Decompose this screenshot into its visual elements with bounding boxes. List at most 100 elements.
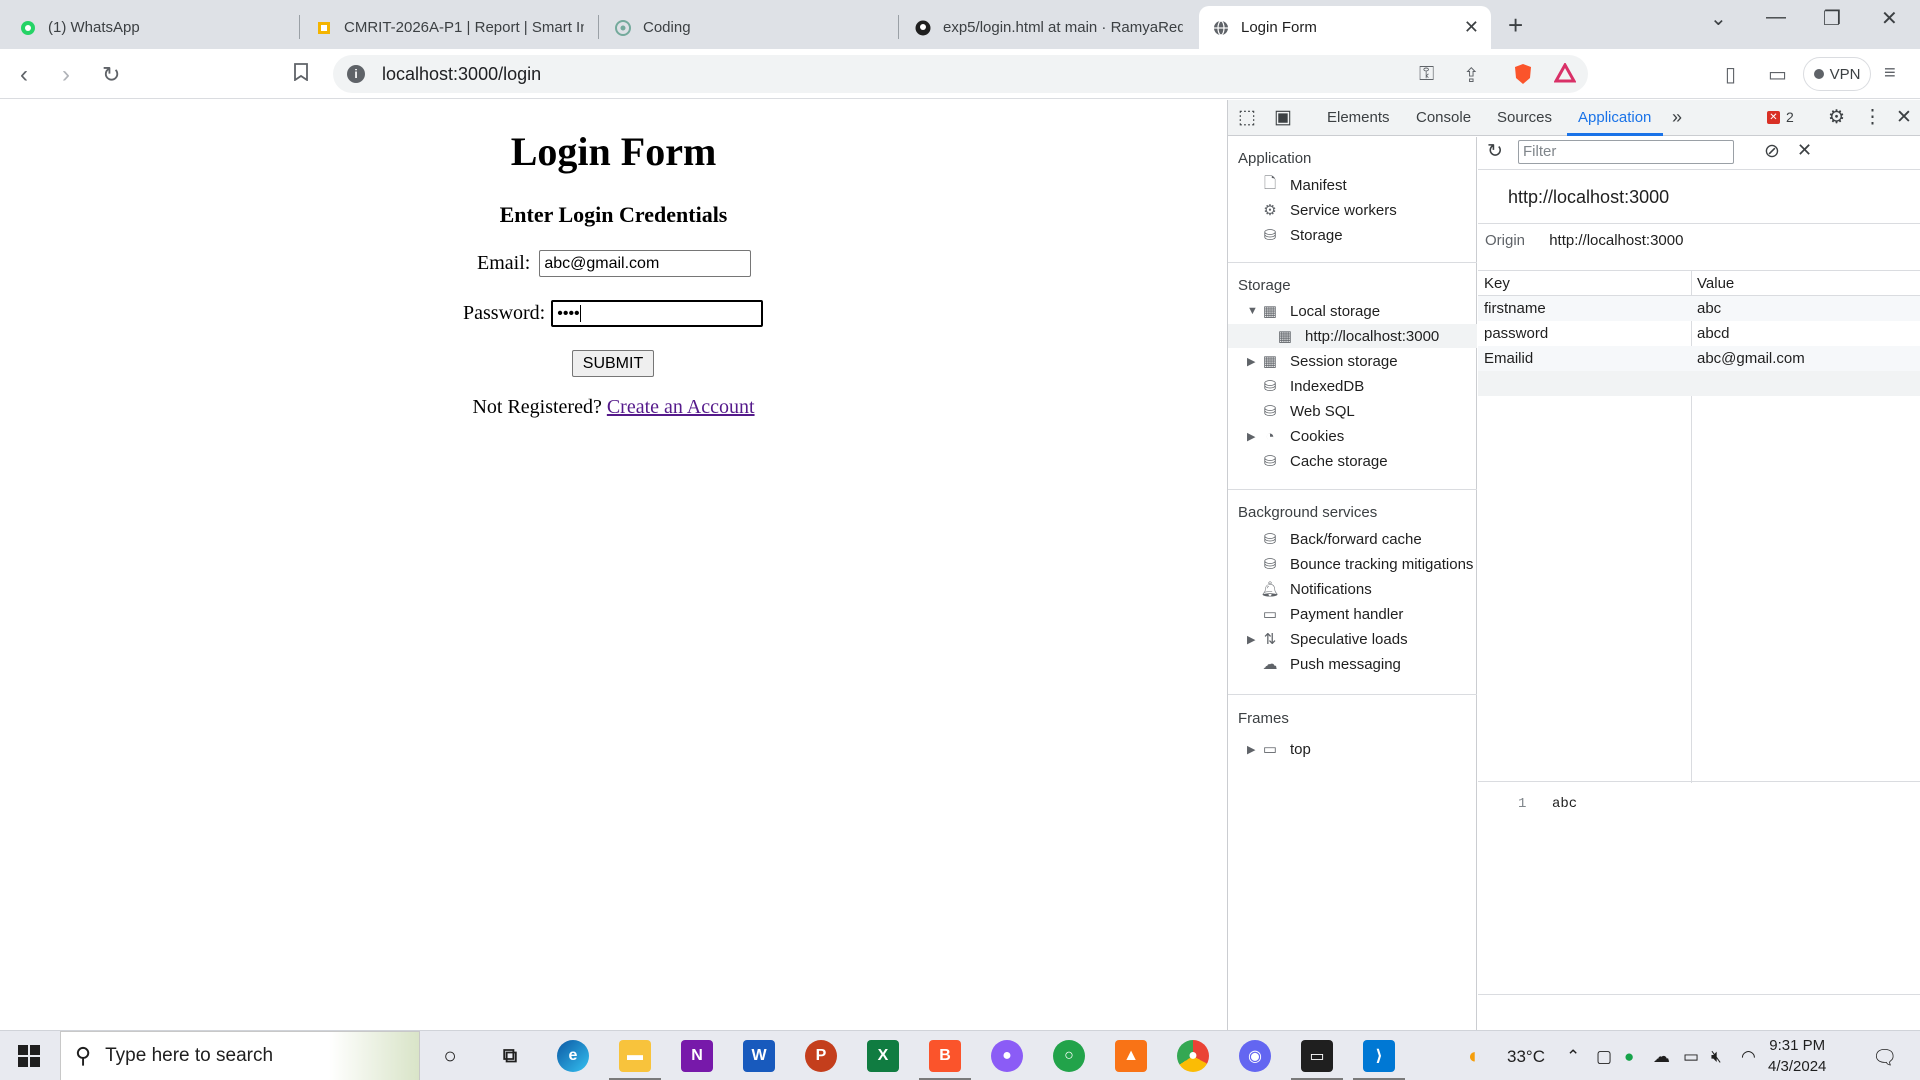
tab-elements[interactable]: Elements: [1327, 109, 1390, 126]
tab-search-chevron-icon[interactable]: ⌄: [1710, 6, 1727, 31]
sidebar-item-cache-storage[interactable]: ⛁ Cache storage: [1260, 449, 1388, 473]
back-button[interactable]: ‹: [20, 61, 28, 89]
refresh-icon[interactable]: ↻: [1487, 140, 1503, 163]
onedrive-icon[interactable]: ☁: [1653, 1047, 1670, 1067]
taskbar-search-box[interactable]: ⚲ Type here to search: [60, 1031, 420, 1080]
close-tab-icon[interactable]: ✕: [1464, 17, 1479, 38]
weather-temp[interactable]: 33°C: [1507, 1047, 1545, 1067]
table-row[interactable]: firstname abc: [1478, 296, 1920, 321]
key-icon[interactable]: ⚿: [1419, 63, 1434, 86]
error-count-badge[interactable]: ✕ 2: [1767, 109, 1794, 125]
delete-selected-icon[interactable]: ✕: [1797, 140, 1812, 161]
battery-icon[interactable]: ▭: [1683, 1047, 1699, 1067]
sidebar-item-speculative-loads[interactable]: ▶ ⇅ Speculative loads: [1247, 627, 1408, 651]
tab-smart-interviews[interactable]: CMRIT-2026A-P1 | Report | Smart Int: [302, 6, 592, 49]
brave-rewards-icon[interactable]: [1553, 61, 1577, 89]
windows-start-icon[interactable]: [18, 1045, 40, 1067]
sidebar-item-web-sql[interactable]: ⛁ Web SQL: [1260, 399, 1355, 423]
wifi-icon[interactable]: ◠: [1741, 1047, 1756, 1067]
empty-row[interactable]: [1478, 371, 1920, 396]
app-orange-icon[interactable]: ▲: [1115, 1040, 1147, 1072]
word-icon[interactable]: W: [743, 1040, 775, 1072]
sidebar-item-payment-handler[interactable]: ▭ Payment handler: [1260, 602, 1404, 626]
table-row[interactable]: password abcd: [1478, 321, 1920, 346]
sidebar-item-storage[interactable]: ⛁ Storage: [1260, 223, 1343, 247]
kebab-menu-icon[interactable]: ⋮: [1863, 106, 1882, 129]
restore-button[interactable]: ❐: [1823, 6, 1841, 31]
value-cell[interactable]: abc: [1697, 300, 1721, 317]
brave-browser-icon[interactable]: B: [919, 1040, 971, 1080]
brave-shields-icon[interactable]: [1513, 63, 1533, 91]
weather-icon[interactable]: ◐: [1468, 1043, 1481, 1069]
app-shield-icon[interactable]: ●: [991, 1040, 1023, 1072]
chrome-icon[interactable]: ●: [1177, 1040, 1209, 1072]
tab-application[interactable]: Application: [1578, 109, 1651, 126]
create-account-link[interactable]: Create an Account: [607, 396, 755, 418]
show-hidden-icons-chevron-icon[interactable]: ⌃: [1566, 1047, 1580, 1067]
cortana-icon[interactable]: ○: [434, 1040, 466, 1072]
new-tab-button[interactable]: +: [1508, 10, 1523, 41]
sidebar-item-manifest[interactable]: 🗋 Manifest: [1260, 173, 1347, 197]
expand-closed-icon[interactable]: ▶: [1247, 355, 1255, 368]
tab-whatsapp[interactable]: (1) WhatsApp: [6, 6, 296, 49]
sidebar-item-session-storage[interactable]: ▶ ▦ Session storage: [1247, 349, 1398, 373]
email-field[interactable]: abc@gmail.com: [539, 250, 752, 277]
site-info-icon[interactable]: i: [347, 65, 365, 83]
expand-closed-icon[interactable]: ▶: [1247, 430, 1255, 443]
inspect-element-icon[interactable]: ⬚: [1238, 106, 1256, 129]
edge-icon[interactable]: e: [557, 1040, 589, 1072]
share-icon[interactable]: ⇪: [1463, 63, 1480, 88]
app-chat-icon[interactable]: ◉: [1239, 1040, 1271, 1072]
terminal-icon[interactable]: ▭: [1291, 1040, 1343, 1080]
value-header[interactable]: Value: [1697, 275, 1734, 292]
reload-button[interactable]: ↻: [102, 62, 120, 88]
url-text[interactable]: localhost:3000/login: [382, 64, 541, 85]
password-field[interactable]: ••••: [551, 300, 764, 327]
vpn-button[interactable]: VPN: [1803, 57, 1871, 91]
sidebar-item-service-workers[interactable]: ⚙ Service workers: [1260, 198, 1396, 222]
file-explorer-icon[interactable]: ▬: [609, 1040, 661, 1080]
sidebar-item-localhost-origin[interactable]: ▦ http://localhost:3000: [1228, 324, 1477, 348]
clear-all-icon[interactable]: ⊘: [1764, 140, 1780, 163]
task-view-icon[interactable]: ⧉: [494, 1040, 526, 1072]
sidebar-toggle-icon[interactable]: ▯: [1725, 62, 1736, 87]
sidebar-item-notifications[interactable]: 🔔︎ Notifications: [1260, 577, 1371, 601]
key-cell[interactable]: firstname: [1484, 300, 1546, 317]
wallet-icon[interactable]: ▭: [1768, 62, 1787, 87]
bookmark-icon[interactable]: [294, 63, 308, 87]
expand-open-icon[interactable]: ▼: [1247, 305, 1258, 317]
expand-closed-icon[interactable]: ▶: [1247, 633, 1255, 646]
tab-console[interactable]: Console: [1416, 109, 1471, 126]
submit-button[interactable]: SUBMIT: [572, 350, 654, 377]
tab-github[interactable]: exp5/login.html at main · RamyaRed: [901, 6, 1191, 49]
sidebar-item-bfcache[interactable]: ⛁ Back/forward cache: [1260, 527, 1422, 551]
filter-input[interactable]: Filter: [1518, 140, 1734, 164]
tab-coding[interactable]: Coding: [601, 6, 891, 49]
meet-now-icon[interactable]: ▢: [1596, 1047, 1612, 1067]
table-row[interactable]: Emailid abc@gmail.com: [1478, 346, 1920, 371]
sidebar-item-bounce-tracking[interactable]: ⛁ Bounce tracking mitigations: [1260, 552, 1474, 576]
close-devtools-icon[interactable]: ✕: [1896, 106, 1912, 129]
sidebar-item-push-messaging[interactable]: ☁ Push messaging: [1260, 652, 1401, 676]
sidebar-item-cookies[interactable]: ▶ ◔ Cookies: [1247, 424, 1344, 448]
expand-closed-icon[interactable]: ▶: [1247, 743, 1255, 756]
volume-muted-icon[interactable]: 🔇︎: [1711, 1047, 1722, 1067]
system-clock[interactable]: 9:31 PM 4/3/2024: [1768, 1035, 1826, 1077]
vscode-icon[interactable]: ⟩: [1353, 1040, 1405, 1080]
menu-icon[interactable]: ≡: [1884, 62, 1896, 85]
close-window-button[interactable]: ✕: [1881, 6, 1898, 31]
address-bar[interactable]: i localhost:3000/login ⚿ ⇪: [333, 55, 1588, 93]
sidebar-item-frame-top[interactable]: ▶ ▭ top: [1247, 737, 1311, 761]
minimize-button[interactable]: —: [1766, 6, 1786, 29]
value-cell[interactable]: abcd: [1697, 325, 1730, 342]
settings-gear-icon[interactable]: ⚙: [1828, 106, 1845, 129]
notification-center-icon[interactable]: 🗨︎: [1872, 1045, 1897, 1070]
tab-sources[interactable]: Sources: [1497, 109, 1552, 126]
key-cell[interactable]: Emailid: [1484, 350, 1533, 367]
sidebar-item-local-storage[interactable]: ▼ ▦ Local storage: [1247, 299, 1380, 323]
device-toolbar-icon[interactable]: ▣: [1274, 106, 1292, 129]
powerpoint-icon[interactable]: P: [805, 1040, 837, 1072]
key-header[interactable]: Key: [1484, 275, 1510, 292]
value-cell[interactable]: abc@gmail.com: [1697, 350, 1805, 367]
forward-button[interactable]: ›: [62, 61, 70, 89]
